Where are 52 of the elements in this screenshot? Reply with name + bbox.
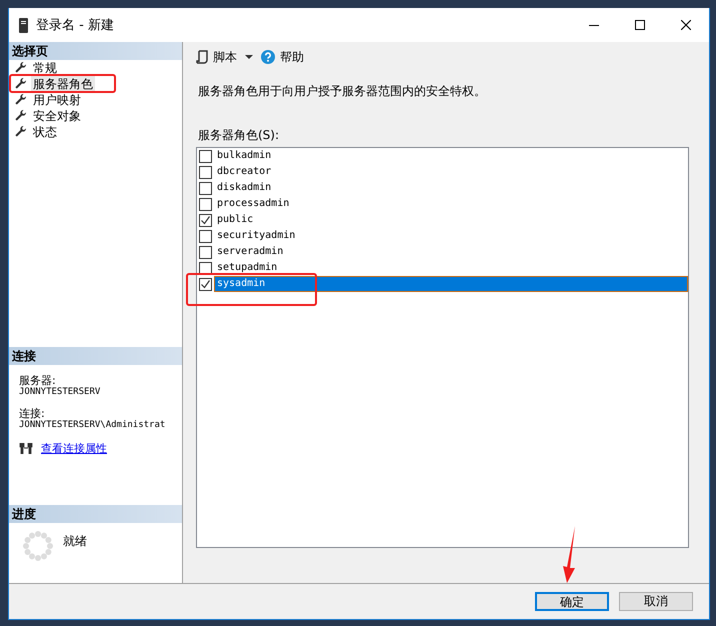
role-item[interactable]: public <box>215 213 254 227</box>
connection-icon <box>19 443 33 454</box>
close-icon[interactable] <box>681 20 691 30</box>
script-icon <box>196 50 208 64</box>
server-name: JONNYTESTERSERV <box>19 387 102 398</box>
server-icon <box>19 18 28 32</box>
section-header: 进度 <box>9 505 182 523</box>
checkbox[interactable] <box>199 214 212 226</box>
role-item[interactable]: processadmin <box>215 197 290 211</box>
wrench-icon <box>15 62 27 74</box>
checkbox[interactable] <box>199 230 212 242</box>
role-item[interactable]: sysadmin <box>215 277 687 291</box>
checkbox[interactable] <box>199 246 212 258</box>
caret-icon[interactable] <box>245 55 253 59</box>
page-item[interactable]: 用户映射 <box>31 92 83 108</box>
role-item[interactable]: diskadmin <box>215 181 272 195</box>
connection-label: 连接: <box>19 408 46 420</box>
dialog-button[interactable]: 取消 <box>619 592 693 611</box>
description-text: 服务器角色用于向用户授予服务器范围内的安全特权。 <box>198 83 487 100</box>
roles-label: 服务器角色(S): <box>198 127 280 144</box>
spinner-icon <box>23 531 53 561</box>
role-item[interactable]: serveradmin <box>215 245 284 259</box>
wrench-icon <box>15 126 27 138</box>
page-item[interactable]: 状态 <box>31 124 59 140</box>
maximize-icon[interactable] <box>635 20 645 30</box>
checkbox[interactable] <box>199 278 212 290</box>
dialog-button[interactable]: 确定 <box>535 592 609 611</box>
role-item[interactable]: setupadmin <box>215 261 278 275</box>
role-item[interactable]: securityadmin <box>215 229 296 243</box>
section-header: 选择页 <box>9 42 182 60</box>
help-button[interactable]: 帮助 <box>261 48 304 66</box>
checkbox[interactable] <box>199 198 212 210</box>
checkbox[interactable] <box>199 262 212 274</box>
wrench-icon <box>15 78 27 90</box>
wrench-icon <box>15 110 27 122</box>
server-label: 服务器: <box>19 375 57 387</box>
connection-properties-link[interactable]: 查看连接属性 <box>41 441 107 456</box>
page-item[interactable]: 安全对象 <box>31 108 83 124</box>
help-icon <box>261 50 275 64</box>
checkbox[interactable] <box>199 166 212 178</box>
checkbox[interactable] <box>199 182 212 194</box>
section-header: 连接 <box>9 347 182 365</box>
wrench-icon <box>15 94 27 106</box>
connection-name: JONNYTESTERSERV\Administrat <box>19 420 166 431</box>
checkbox[interactable] <box>199 150 212 162</box>
role-item[interactable]: bulkadmin <box>215 149 272 163</box>
page-item[interactable]: 常规 <box>31 60 59 76</box>
window-title: 登录名 - 新建 <box>36 17 114 34</box>
status-text: 就绪 <box>63 533 87 550</box>
annotation-arrow <box>561 526 577 584</box>
role-item[interactable]: dbcreator <box>215 165 272 179</box>
script-button[interactable]: 脚本 <box>196 48 237 66</box>
